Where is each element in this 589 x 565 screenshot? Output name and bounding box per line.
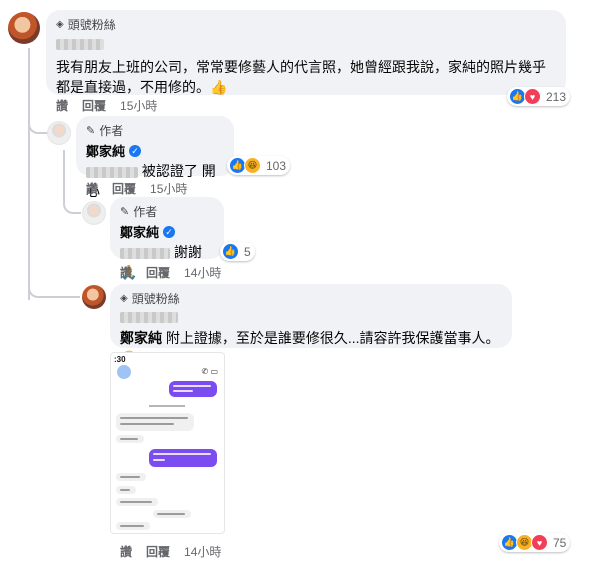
message-bubble: [169, 381, 217, 397]
comment-bubble: ◈ 頭號粉絲 我有朋友上班的公司，常常要修藝人的代言照，她曾經跟我說，家純的照片…: [46, 10, 566, 95]
timestamp[interactable]: 15小時: [150, 180, 187, 197]
mention-link[interactable]: 鄭家純: [120, 330, 162, 346]
reaction-count: 213: [546, 89, 567, 104]
phone-call-icon: ✆ ▭: [201, 367, 218, 376]
comment-actions: 讚 回覆 15小時: [56, 97, 157, 114]
chat-date: [149, 405, 185, 407]
author-name[interactable]: 鄭家純 ✓: [86, 141, 224, 160]
thread-curve: [63, 198, 81, 214]
message-bubble: [116, 435, 144, 443]
reaction-count: 103: [266, 158, 287, 173]
reply-actions: 讚 回覆 14小時: [120, 264, 221, 281]
diamond-icon: ◈: [120, 293, 128, 304]
like-link[interactable]: 讚: [56, 97, 68, 114]
blurred-name: [56, 39, 104, 50]
message-bubble: [116, 522, 150, 530]
pencil-icon: ✎: [120, 206, 130, 218]
username-blurred[interactable]: [56, 37, 556, 55]
message-bubble: [116, 413, 194, 431]
message-bubble: [153, 510, 191, 518]
avatar[interactable]: [47, 121, 71, 145]
timestamp[interactable]: 14小時: [184, 264, 221, 281]
reply-actions: 讚 回覆 14小時: [120, 543, 221, 560]
username-blurred[interactable]: [120, 310, 502, 328]
love-icon: ♥: [531, 534, 548, 551]
blurred-name: [120, 312, 178, 323]
reply-link[interactable]: 回覆: [82, 97, 106, 114]
phone-status-time: :30: [114, 355, 126, 364]
thumbs-up-emoji: 👍: [210, 79, 228, 95]
timestamp[interactable]: 14小時: [184, 543, 221, 560]
reply-link[interactable]: 回覆: [146, 543, 170, 560]
diamond-icon: ◈: [56, 19, 64, 30]
reply-link[interactable]: 回覆: [112, 180, 136, 197]
reply-link[interactable]: 回覆: [146, 264, 170, 281]
verified-check-icon: ✓: [163, 225, 176, 238]
message-bubble: [116, 486, 136, 494]
love-icon: ♥: [524, 88, 541, 105]
blurred-mention: [120, 247, 170, 259]
avatar[interactable]: [82, 285, 106, 309]
timestamp[interactable]: 15小時: [120, 97, 157, 114]
attached-screenshot[interactable]: :30 ✆ ▭: [110, 352, 225, 534]
message-bubble: [116, 473, 146, 481]
chat-avatar: [117, 365, 131, 379]
haha-icon: 😆: [244, 157, 261, 174]
author-name[interactable]: 鄭家純 ✓: [120, 222, 214, 241]
message-bubble: [116, 498, 158, 506]
thread-line: [63, 150, 65, 202]
like-link[interactable]: 讚: [120, 264, 132, 281]
thread-line: [28, 48, 30, 300]
message-bubble: [149, 449, 217, 467]
verified-check-icon: ✓: [129, 144, 142, 157]
comment-text: 我有朋友上班的公司，常常要修藝人的代言照，她曾經跟我說，家純的照片幾乎都是直接過…: [56, 59, 546, 95]
reaction-summary[interactable]: 👍 😆 ♥ 75: [499, 533, 571, 552]
like-link[interactable]: 讚: [120, 543, 132, 560]
blurred-mention: [86, 166, 138, 178]
reaction-count: 75: [553, 535, 567, 550]
reaction-summary[interactable]: 👍 😆 103: [227, 156, 291, 175]
thread-curve: [28, 280, 80, 298]
reply-bubble: ✎ 作者 鄭家純 ✓ 被認證了 開心: [76, 116, 234, 199]
reaction-count: 5: [244, 244, 251, 259]
author-badge: ✎ 作者: [86, 124, 124, 138]
pencil-icon: ✎: [86, 125, 96, 137]
reply-bubble: ◈ 頭號粉絲 鄭家純 附上證據，至於是誰要修很久...請容許我保護當事人。🤣: [110, 284, 512, 366]
avatar[interactable]: [8, 12, 40, 44]
like-icon: 👍: [222, 243, 239, 260]
top-fan-badge[interactable]: ◈ 頭號粉絲: [120, 290, 502, 307]
reaction-summary[interactable]: 👍 5: [220, 242, 255, 261]
top-fan-badge[interactable]: ◈ 頭號粉絲: [56, 16, 556, 33]
like-link[interactable]: 讚: [86, 180, 98, 197]
reply-actions: 讚 回覆 15小時: [86, 180, 187, 197]
reaction-summary[interactable]: 👍 ♥ 213: [507, 87, 571, 106]
reply-bubble: ✎ 作者 鄭家純 ✓ 謝謝🙏: [110, 197, 224, 280]
avatar[interactable]: [82, 201, 106, 225]
author-badge: ✎ 作者: [120, 205, 158, 219]
